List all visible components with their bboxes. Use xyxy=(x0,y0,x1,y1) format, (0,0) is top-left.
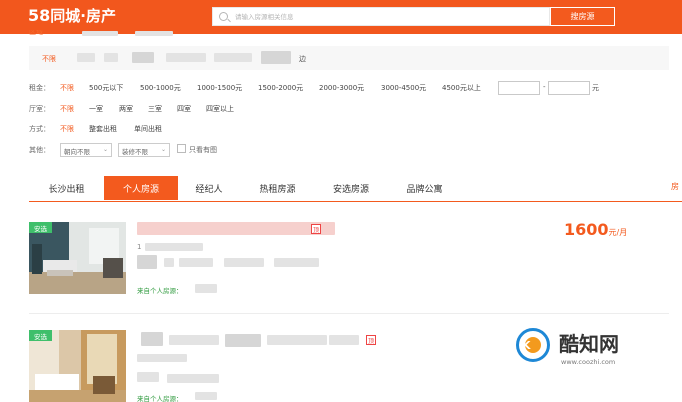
rent-option[interactable]: 1500-2000元 xyxy=(258,83,303,93)
chevron-down-icon: ⌄ xyxy=(102,146,108,153)
rent-mode-filter-row: 方式： 不限 整套出租 单间出租 xyxy=(29,124,329,136)
region-label: 区域 xyxy=(29,30,43,36)
other-label: 其他： xyxy=(29,146,50,154)
rent-option[interactable]: 500-1000元 xyxy=(140,83,181,93)
rent-label: 租金： xyxy=(29,84,50,92)
other-filter-row: 其他： 朝向不限 ⌄ 装修不限 ⌄ 只看有图 xyxy=(29,143,329,157)
rent-option[interactable]: 500元以下 xyxy=(89,83,123,93)
listing-source: 来自个人房源： xyxy=(137,395,183,402)
rent-option[interactable]: 不限 xyxy=(60,83,74,93)
tab-changsha-rent[interactable]: 长沙出租 xyxy=(29,176,104,200)
rent-filter-row: 租金： 不限 500元以下 500-1000元 1000-1500元 1500-… xyxy=(29,81,649,95)
mode-label: 方式： xyxy=(29,125,50,133)
tab-verified-listings[interactable]: 安选房源 xyxy=(315,176,387,200)
rooms-option[interactable]: 不限 xyxy=(60,104,74,114)
price-unit: 元 xyxy=(592,84,599,92)
rent-option[interactable]: 2000-3000元 xyxy=(319,83,364,93)
min-price-input[interactable] xyxy=(498,81,540,95)
watermark-title: 酷知网 xyxy=(559,332,619,356)
top-tag-icon: 顶 xyxy=(311,224,321,234)
verified-badge: 安选 xyxy=(29,330,52,341)
rooms-option[interactable]: 四室 xyxy=(177,104,191,114)
listing-detail-prefix: 1 xyxy=(137,243,142,251)
region-sub-panel: 不限 边 xyxy=(29,46,669,70)
region-unlimited-option[interactable]: 不限 xyxy=(42,54,56,64)
tab-hot-rentals[interactable]: 热租房源 xyxy=(240,176,315,200)
photos-only-label: 只看有图 xyxy=(189,146,217,154)
orientation-select[interactable]: 朝向不限 ⌄ xyxy=(60,143,112,157)
coozhi-watermark: K 酷知网 www.coozhi.com xyxy=(506,314,666,384)
watermark-url: www.coozhi.com xyxy=(561,358,616,366)
mode-option[interactable]: 不限 xyxy=(60,124,74,134)
search-icon xyxy=(219,12,228,21)
decoration-select[interactable]: 装修不限 ⌄ xyxy=(118,143,170,157)
search-button[interactable]: 搜房源 xyxy=(550,7,615,26)
coozhi-logo-icon: K xyxy=(516,328,550,362)
rooms-label: 厅室： xyxy=(29,105,50,113)
search-input[interactable] xyxy=(235,10,535,23)
rooms-option[interactable]: 三室 xyxy=(148,104,162,114)
listing-source: 来自个人房源： xyxy=(137,287,183,295)
max-price-input[interactable] xyxy=(548,81,590,95)
photos-only-checkbox[interactable] xyxy=(177,144,186,153)
region-filter-row: 区域 xyxy=(0,30,682,38)
top-tag-icon: 顶 xyxy=(366,335,376,345)
tab-agents[interactable]: 经纪人 xyxy=(178,176,240,200)
rent-option[interactable]: 3000-4500元 xyxy=(381,83,426,93)
rooms-option[interactable]: 四室以上 xyxy=(206,104,234,114)
tab-edge-label[interactable]: 房 xyxy=(671,181,679,192)
tab-personal-listings[interactable]: 个人房源 xyxy=(104,176,178,200)
listing-tabs: 长沙出租 个人房源 经纪人 热租房源 安选房源 品牌公寓 xyxy=(29,176,682,202)
listing-item[interactable]: 安选 顶 1 来自个人房源： 1600元/月 xyxy=(29,220,669,306)
region-tail-text: 边 xyxy=(299,55,306,63)
mode-option[interactable]: 整套出租 xyxy=(89,124,117,134)
listing-photo[interactable]: 安选 xyxy=(29,330,126,402)
search-box[interactable] xyxy=(212,7,550,26)
rooms-filter-row: 厅室： 不限 一室 两室 三室 四室 四室以上 xyxy=(29,104,329,116)
chevron-down-icon: ⌄ xyxy=(160,146,166,153)
site-logo[interactable]: 58同城·房产 xyxy=(28,5,116,26)
listing-photo[interactable]: 安选 xyxy=(29,222,126,294)
rooms-option[interactable]: 两室 xyxy=(119,104,133,114)
mode-option[interactable]: 单间出租 xyxy=(134,124,162,134)
rooms-option[interactable]: 一室 xyxy=(89,104,103,114)
listing-title-blurred[interactable] xyxy=(137,222,335,235)
listing-price: 1600元/月 xyxy=(564,220,628,239)
verified-badge: 安选 xyxy=(29,222,52,233)
rent-option[interactable]: 1000-1500元 xyxy=(197,83,242,93)
tab-brand-apartments[interactable]: 品牌公寓 xyxy=(387,176,462,200)
price-range-dash: - xyxy=(543,83,546,91)
rent-option[interactable]: 4500元以上 xyxy=(442,83,481,93)
